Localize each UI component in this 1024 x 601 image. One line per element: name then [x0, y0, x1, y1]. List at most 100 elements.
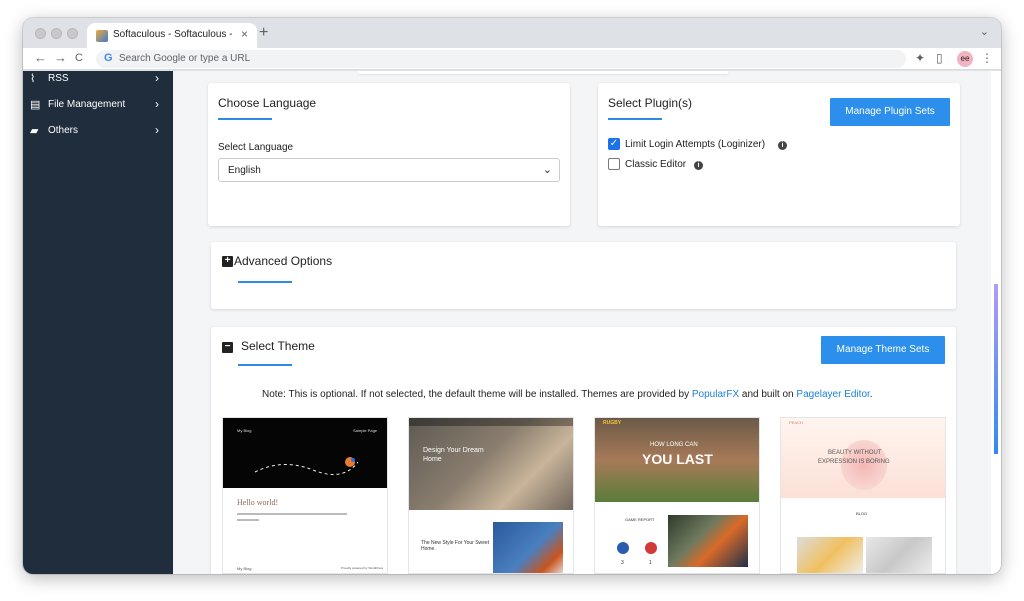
title-underline — [218, 118, 272, 120]
pagelayer-editor-link[interactable]: Pagelayer Editor — [796, 389, 869, 400]
main-content: Choose Language Select Language English … — [173, 71, 991, 574]
blog-image — [866, 537, 932, 573]
language-select[interactable]: English ⌄ — [218, 158, 560, 182]
thumbnail-heading: BEAUTY WITHOUT — [828, 450, 882, 456]
expand-plus-icon[interactable]: + — [222, 256, 233, 267]
plugins-card-title: Select Plugin(s) — [608, 96, 693, 110]
thumbnail-score: 1 — [649, 560, 652, 566]
select-language-label: Select Language — [218, 142, 294, 153]
perfume-image — [797, 537, 863, 573]
thumbnail-heading: Hello world! — [237, 498, 279, 507]
advanced-options-title[interactable]: Advanced Options — [234, 254, 332, 268]
browser-menu-icon[interactable]: ⋮ — [981, 51, 993, 65]
tab-strip: Softaculous - Softaculous - W × + ⌄ — [23, 18, 1001, 48]
new-tab-button[interactable]: + — [259, 24, 268, 42]
thumbnail-score: 3 — [621, 560, 624, 566]
chevron-right-icon: › — [155, 123, 159, 137]
theme-thumbnail-blog[interactable]: My Blog Sample Page Hello world! My Blog… — [222, 417, 388, 574]
address-bar-placeholder: Search Google or type a URL — [119, 53, 251, 64]
thumbnail-section-label: GAME REPORT — [625, 517, 655, 522]
thumbnail-footer: My Blog — [237, 566, 252, 571]
manage-plugin-sets-button[interactable]: Manage Plugin Sets — [830, 98, 950, 126]
theme-thumbnail-rugby[interactable]: RUGBY HOW LONG CAN YOU LAST GAME REPORT … — [594, 417, 760, 574]
theme-note-period: . — [869, 389, 873, 400]
close-tab-icon[interactable]: × — [241, 27, 248, 41]
theme-thumbnail-home-design[interactable]: Design Your Dream Home The New Style For… — [408, 417, 574, 574]
manage-theme-sets-button[interactable]: Manage Theme Sets — [821, 336, 945, 364]
extensions-puzzle-icon[interactable]: ✦ — [915, 51, 925, 65]
sidebar-item-label: File Management — [48, 99, 126, 110]
sidebar-item-file-management[interactable]: ▤ File Management › — [23, 94, 173, 116]
chevron-right-icon: › — [155, 71, 159, 85]
plugins-card: Select Plugin(s) Manage Plugin Sets ✓ Li… — [598, 83, 960, 226]
rss-icon: ⌇ — [30, 73, 36, 85]
team-badge — [617, 542, 629, 554]
chevron-right-icon: › — [155, 97, 159, 111]
thumbnail-section-label: BLOG — [856, 511, 868, 516]
flower-image — [841, 440, 887, 490]
forward-arrow-icon[interactable]: → — [54, 51, 67, 65]
browser-toolbar: ← → C G Search Google or type a URL ✦ ▯ … — [23, 48, 1001, 70]
plugin-label-classic-editor: Classic Editor — [625, 159, 687, 170]
theme-note: Note: This is optional. If not selected,… — [262, 389, 873, 400]
sidebar: ⌇ RSS › ▤ File Management › ▰ Others › — [23, 71, 173, 574]
softaculous-favicon-icon — [96, 30, 108, 42]
sidebar-item-label: RSS — [48, 73, 69, 84]
thumbnail-game-image — [668, 515, 748, 567]
close-window-button[interactable] — [35, 28, 46, 39]
file-icon: ▤ — [30, 99, 41, 111]
browser-tab[interactable]: Softaculous - Softaculous - W × — [87, 23, 257, 48]
reload-icon[interactable]: C — [75, 51, 83, 65]
thumbnail-subheading: The New Style For Your Sweet Home. — [421, 540, 490, 552]
select-theme-title[interactable]: Select Theme — [241, 339, 315, 353]
theme-thumbnail-beauty[interactable]: PEACH BEAUTY WITHOUT EXPRESSION IS BORIN… — [780, 417, 946, 574]
thumbnail-hero — [409, 418, 573, 510]
chevron-down-icon: ⌄ — [542, 164, 552, 176]
text-line — [237, 519, 259, 521]
back-arrow-icon[interactable]: ← — [34, 51, 47, 65]
thumbnail-heading: YOU LAST — [642, 451, 713, 467]
thumbnail-room-image — [493, 522, 563, 573]
language-card-title: Choose Language — [218, 96, 317, 110]
google-icon: G — [104, 52, 113, 64]
address-bar[interactable]: G Search Google or type a URL — [96, 50, 906, 68]
language-select-value: English — [228, 165, 261, 176]
language-card: Choose Language Select Language English … — [208, 83, 570, 226]
text-line — [237, 513, 347, 515]
info-icon[interactable]: i — [694, 161, 703, 170]
profile-avatar[interactable]: ee — [957, 51, 973, 67]
sidebar-item-rss[interactable]: ⌇ RSS › — [23, 71, 173, 90]
thumbnail-nav-bar — [409, 418, 573, 426]
thumbnail-nav: Sample Page — [353, 428, 378, 433]
thumbnail-heading-small: HOW LONG CAN — [650, 442, 698, 448]
thumbnail-brand: PEACH — [789, 420, 803, 425]
title-underline — [238, 281, 292, 283]
minimize-window-button[interactable] — [51, 28, 62, 39]
thumbnail-brand: My Blog — [237, 428, 252, 433]
thumbnail-heading: Design Your Dream Home — [423, 447, 484, 463]
tab-search-chevron-icon[interactable]: ⌄ — [980, 25, 989, 38]
popularfx-link[interactable]: PopularFX — [692, 389, 739, 400]
maximize-window-button[interactable] — [67, 28, 78, 39]
advanced-options-card[interactable]: + Advanced Options — [211, 242, 956, 309]
previous-card-edge — [358, 71, 728, 74]
info-icon[interactable]: i — [778, 141, 787, 150]
thumbnail-footer: Proudly powered by WordPress — [341, 566, 384, 570]
sidebar-item-label: Others — [48, 125, 79, 136]
scrollbar-thumb[interactable] — [994, 284, 998, 454]
plugin-checkbox-loginizer[interactable]: ✓ — [608, 138, 620, 150]
theme-note-text: Note: This is optional. If not selected,… — [262, 389, 690, 400]
theme-note-text: and built on — [741, 389, 794, 400]
side-panel-icon[interactable]: ▯ — [936, 51, 943, 65]
thumbnail-brand: RUGBY — [603, 420, 622, 426]
plugin-checkbox-classic-editor[interactable] — [608, 158, 620, 170]
title-underline — [238, 364, 292, 366]
folder-icon: ▰ — [30, 125, 39, 137]
collapse-minus-icon[interactable]: − — [222, 342, 233, 353]
team-badge — [645, 542, 657, 554]
page-content: ⌇ RSS › ▤ File Management › ▰ Others › C… — [23, 71, 1001, 574]
title-underline — [608, 118, 662, 120]
bird-illustration — [254, 457, 359, 475]
tab-title: Softaculous - Softaculous - W — [113, 29, 235, 40]
sidebar-item-others[interactable]: ▰ Others › — [23, 120, 173, 142]
